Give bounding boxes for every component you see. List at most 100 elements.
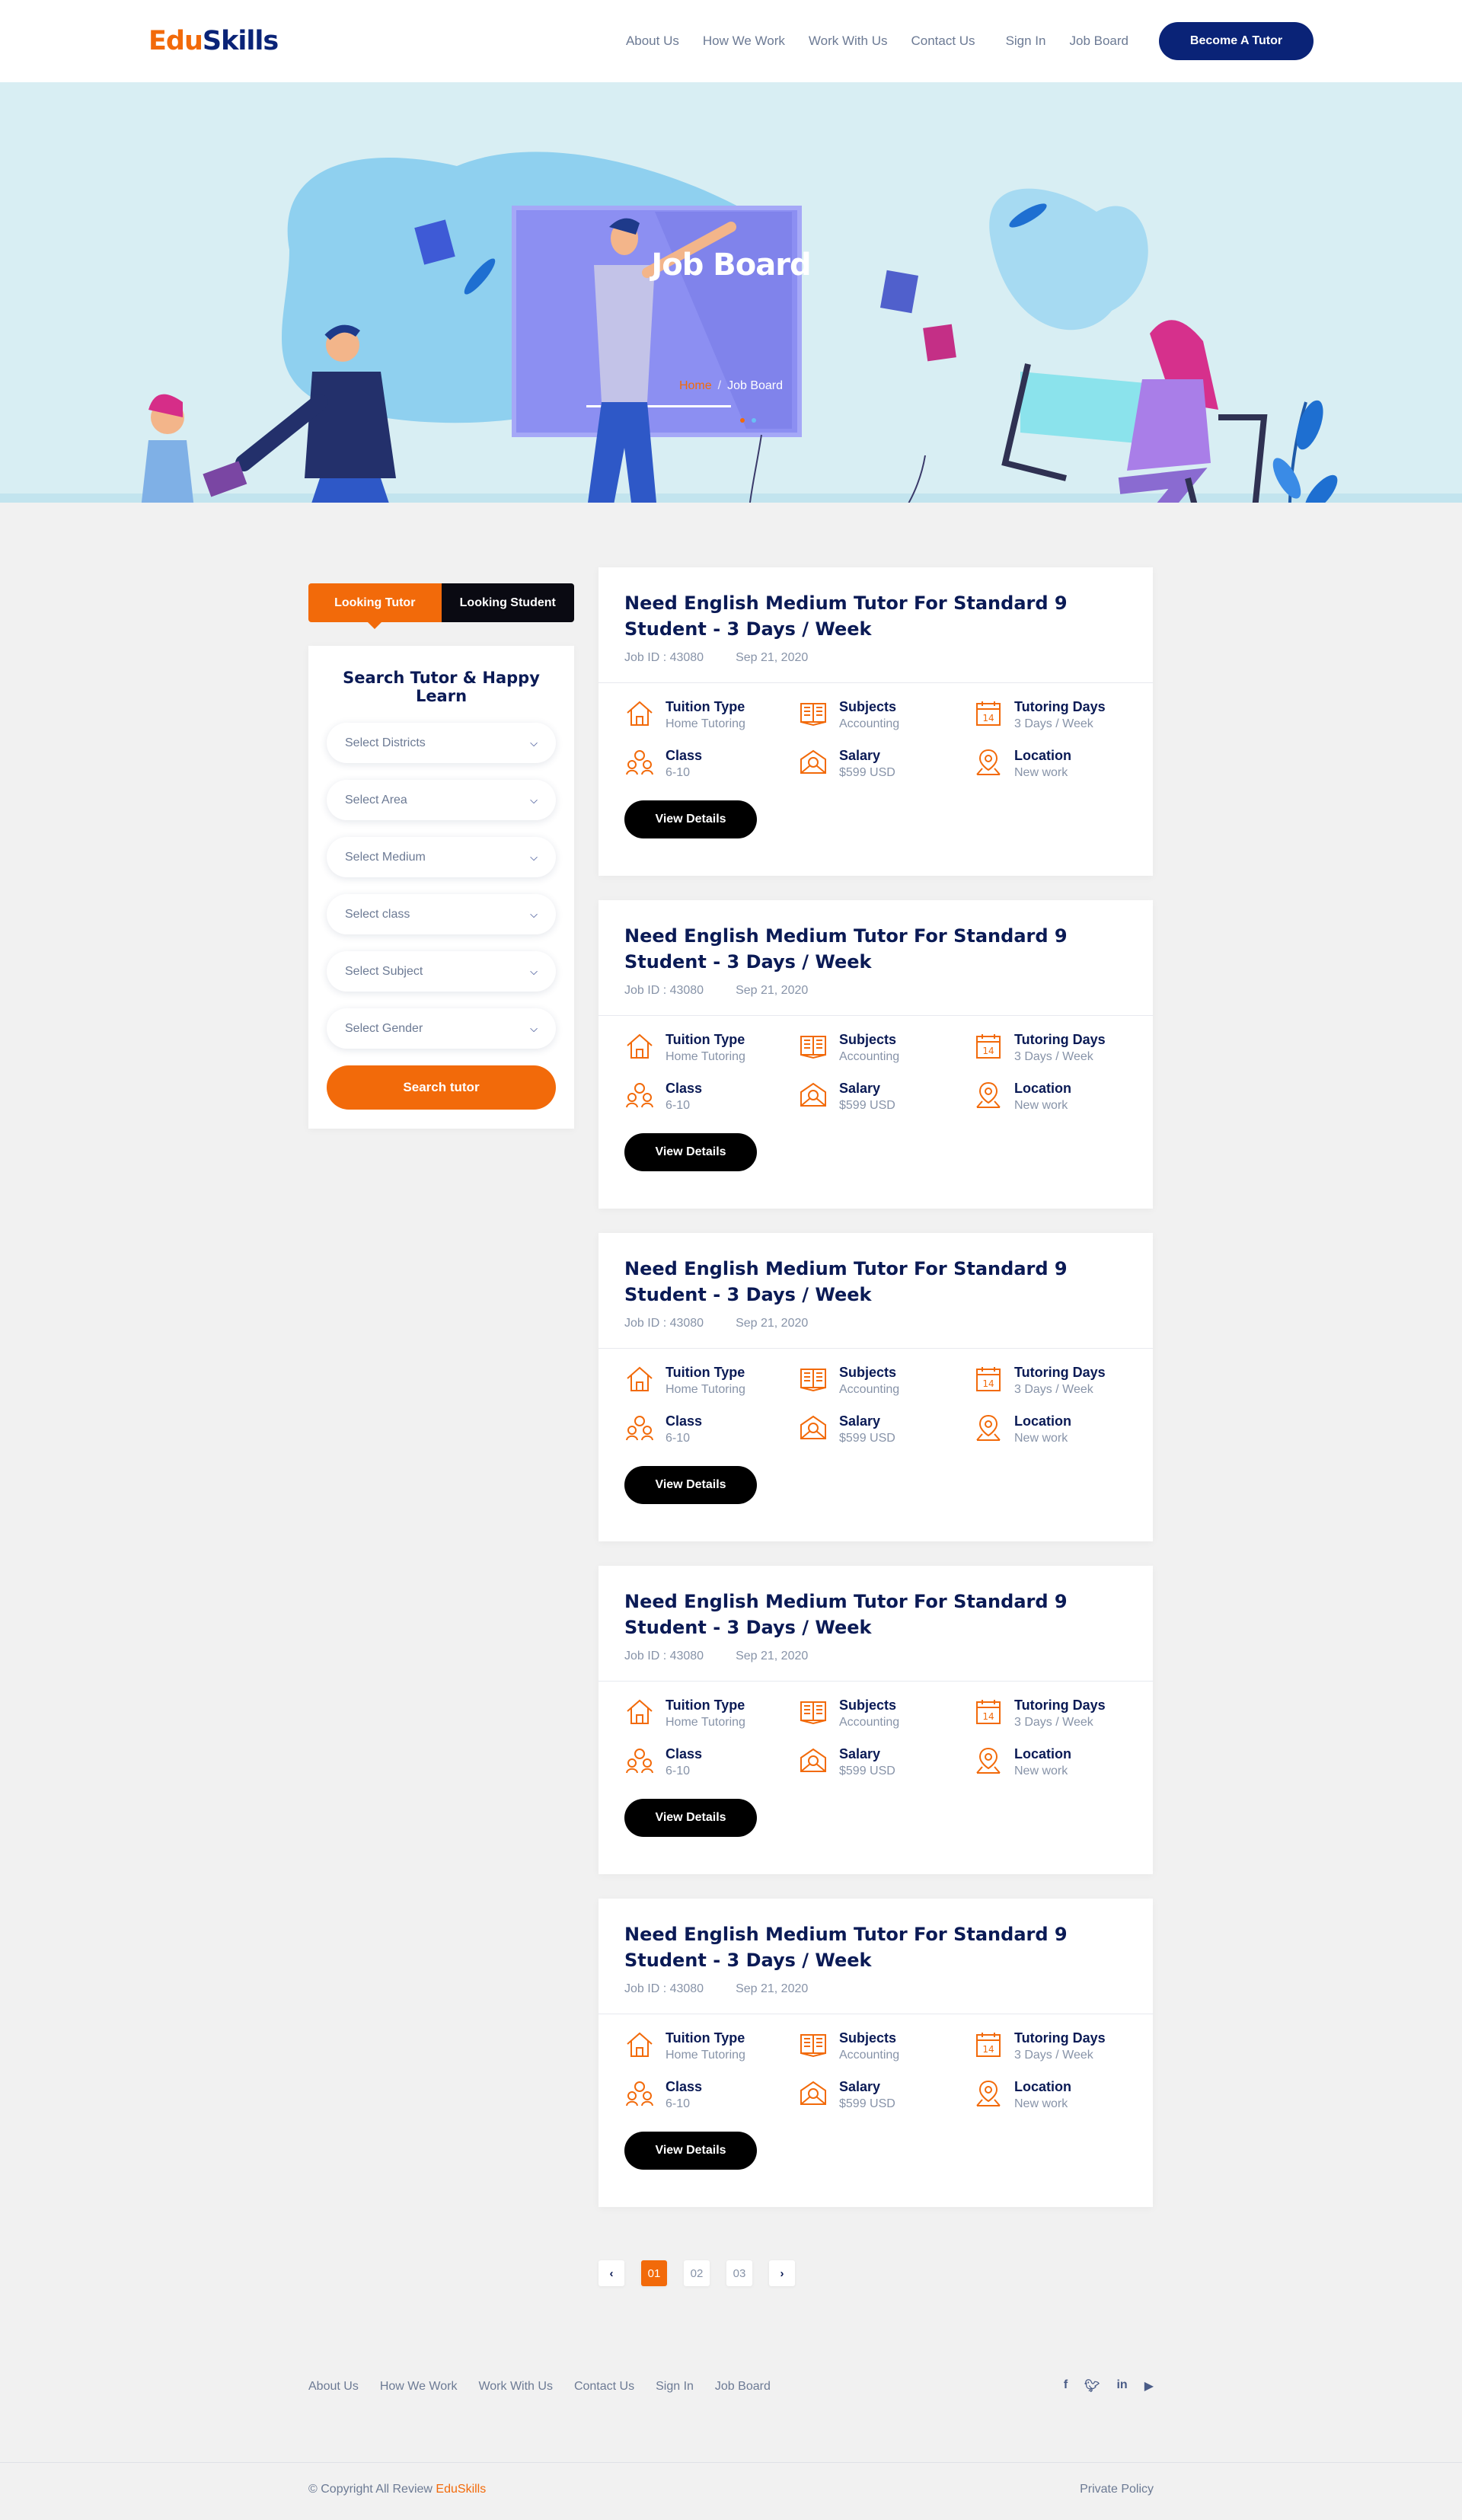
job-field: Tuition Type Home Tutoring <box>624 1697 798 1732</box>
job-header: Need English Medium Tutor For Standard 9… <box>599 1233 1153 1349</box>
job-field-value: $599 USD <box>839 1099 895 1112</box>
privacy-policy-link[interactable]: Private Policy <box>1080 2483 1154 2496</box>
nav-work-with-us[interactable]: Work With Us <box>809 34 888 49</box>
prev-page-button[interactable]: ‹ <box>599 2260 624 2286</box>
facebook-icon[interactable]: f <box>1064 2378 1068 2394</box>
job-title[interactable]: Need English Medium Tutor For Standard 9… <box>624 1921 1127 1973</box>
nav-job-board[interactable]: Job Board <box>1070 34 1129 49</box>
nav-contact-us[interactable]: Contact Us <box>911 34 975 49</box>
job-details-grid: Tuition Type Home Tutoring Subjects Acco… <box>599 2014 1153 2113</box>
job-id: Job ID : 43080 <box>624 1650 704 1662</box>
view-details-button[interactable]: View Details <box>624 1466 757 1504</box>
select-subject[interactable]: Select Subject ⌵ <box>327 951 556 992</box>
site-header: EduSkills About Us How We Work Work With… <box>0 0 1462 82</box>
logo[interactable]: EduSkills <box>148 26 279 56</box>
job-date: Sep 21, 2020 <box>736 651 809 664</box>
job-field-value: Home Tutoring <box>666 1050 745 1063</box>
footer-sign-in[interactable]: Sign In <box>656 2380 694 2394</box>
job-field: Tuition Type Home Tutoring <box>624 698 798 733</box>
footer-about-us[interactable]: About Us <box>308 2380 359 2394</box>
job-field: Subjects Accounting <box>798 2030 973 2065</box>
become-tutor-button[interactable]: Become A Tutor <box>1159 22 1314 60</box>
footer-contact-us[interactable]: Contact Us <box>574 2380 634 2394</box>
location-icon <box>973 1745 1004 1776</box>
select-districts[interactable]: Select Districts ⌵ <box>327 723 556 763</box>
linkedin-icon[interactable]: in <box>1116 2378 1127 2394</box>
footer-how-we-work[interactable]: How We Work <box>380 2380 458 2394</box>
chevron-down-icon: ⌵ <box>530 736 538 749</box>
job-field-value: 3 Days / Week <box>1014 1716 1093 1729</box>
job-field-label: Tutoring Days <box>1014 2030 1106 2046</box>
youtube-icon[interactable]: ▶ <box>1144 2378 1154 2394</box>
job-field: Subjects Accounting <box>798 1031 973 1066</box>
calendar-icon: 14 <box>973 1031 1004 1062</box>
footer-nav: About Us How We Work Work With Us Contac… <box>308 2380 792 2394</box>
nav-sign-in[interactable]: Sign In <box>1006 34 1046 49</box>
view-details-button[interactable]: View Details <box>624 2132 757 2170</box>
job-field: Location New work <box>973 1080 1141 1115</box>
job-card: Need English Medium Tutor For Standard 9… <box>599 1899 1153 2207</box>
job-title[interactable]: Need English Medium Tutor For Standard 9… <box>624 1589 1127 1640</box>
job-field-label: Location <box>1014 748 1071 763</box>
tab-looking-tutor[interactable]: Looking Tutor <box>308 583 442 629</box>
job-field: Tuition Type Home Tutoring <box>624 2030 798 2065</box>
breadcrumb-home[interactable]: Home <box>679 379 712 392</box>
select-medium[interactable]: Select Medium ⌵ <box>327 837 556 877</box>
calendar-icon: 14 <box>973 1697 1004 1727</box>
job-field-label: Tuition Type <box>666 699 745 714</box>
job-field: Tuition Type Home Tutoring <box>624 1031 798 1066</box>
footer-job-board[interactable]: Job Board <box>715 2380 771 2394</box>
search-tutor-button[interactable]: Search tutor <box>327 1065 556 1110</box>
job-field-value: Accounting <box>839 1383 900 1396</box>
job-field: 14 Tutoring Days 3 Days / Week <box>973 698 1141 733</box>
job-title[interactable]: Need English Medium Tutor For Standard 9… <box>624 590 1127 642</box>
book-icon <box>798 698 828 729</box>
view-details-button[interactable]: View Details <box>624 1133 757 1171</box>
home-icon <box>624 2030 655 2060</box>
twitter-icon[interactable]: 🐦︎ <box>1084 2378 1100 2394</box>
page-2[interactable]: 02 <box>684 2260 710 2286</box>
job-meta: Job ID : 43080 Sep 21, 2020 <box>624 1982 1127 1996</box>
view-details-button[interactable]: View Details <box>624 800 757 838</box>
select-area[interactable]: Select Area ⌵ <box>327 780 556 820</box>
nav-how-we-work[interactable]: How We Work <box>703 34 785 49</box>
job-field: Class 6-10 <box>624 2078 798 2113</box>
job-field-label: Tutoring Days <box>1014 1365 1106 1380</box>
job-field: Class 6-10 <box>624 747 798 782</box>
students-icon <box>624 1413 655 1443</box>
job-title[interactable]: Need English Medium Tutor For Standard 9… <box>624 923 1127 975</box>
copyright-brand[interactable]: EduSkills <box>436 2483 486 2496</box>
select-gender[interactable]: Select Gender ⌵ <box>327 1008 556 1049</box>
job-date: Sep 21, 2020 <box>736 1650 809 1662</box>
job-field-value: $599 USD <box>839 2097 895 2110</box>
job-header: Need English Medium Tutor For Standard 9… <box>599 900 1153 1016</box>
job-field-label: Tutoring Days <box>1014 699 1106 714</box>
job-field-value: 3 Days / Week <box>1014 717 1093 730</box>
select-label: Select Area <box>345 793 407 806</box>
job-field-label: Salary <box>839 1081 881 1096</box>
page-title: Job Board <box>651 248 811 283</box>
job-id: Job ID : 43080 <box>624 984 704 997</box>
job-field-label: Subjects <box>839 1365 897 1380</box>
nav-about-us[interactable]: About Us <box>626 34 679 49</box>
view-details-button[interactable]: View Details <box>624 1799 757 1837</box>
job-date: Sep 21, 2020 <box>736 1317 809 1330</box>
breadcrumb: Home / Job Board <box>0 379 1462 393</box>
job-card: Need English Medium Tutor For Standard 9… <box>599 900 1153 1209</box>
page-3[interactable]: 03 <box>726 2260 752 2286</box>
job-title[interactable]: Need English Medium Tutor For Standard 9… <box>624 1256 1127 1308</box>
job-field-label: Location <box>1014 1746 1071 1761</box>
job-field-value: Home Tutoring <box>666 717 745 730</box>
tab-looking-student[interactable]: Looking Student <box>441 583 574 622</box>
job-field-value: Accounting <box>839 2049 900 2062</box>
job-details-grid: Tuition Type Home Tutoring Subjects Acco… <box>599 1016 1153 1115</box>
select-class[interactable]: Select class ⌵ <box>327 894 556 934</box>
footer-work-with-us[interactable]: Work With Us <box>478 2380 552 2394</box>
job-field-label: Tuition Type <box>666 1032 745 1047</box>
page-1[interactable]: 01 <box>641 2260 667 2286</box>
salary-icon <box>798 1413 828 1443</box>
artist-figure <box>1001 320 1268 503</box>
next-page-button[interactable]: › <box>769 2260 795 2286</box>
students-icon <box>624 2078 655 2109</box>
job-field-label: Subjects <box>839 1032 897 1047</box>
